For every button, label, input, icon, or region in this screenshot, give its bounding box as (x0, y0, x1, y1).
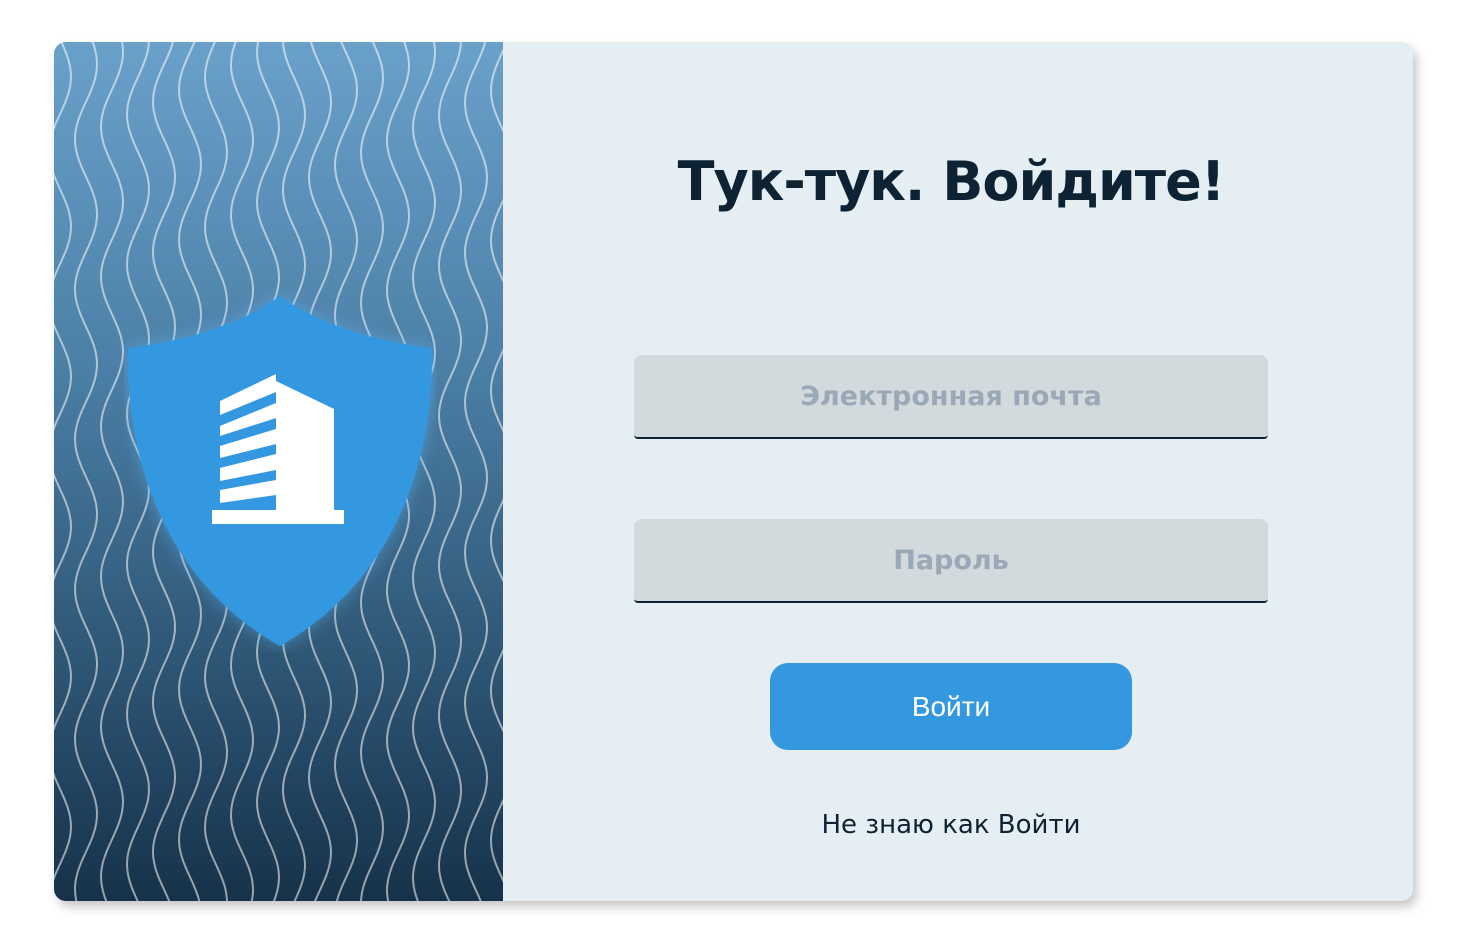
login-card: Тук-тук. Войдите! Войти Не знаю как Войт… (54, 42, 1413, 901)
login-button[interactable]: Войти (770, 663, 1132, 750)
wave-line (73, 42, 99, 901)
wave-line (99, 42, 125, 901)
help-link[interactable]: Не знаю как Войти (503, 810, 1399, 840)
login-form-panel: Тук-тук. Войдите! Войти Не знаю как Войт… (503, 42, 1413, 901)
page-title: Тук-тук. Войдите! (677, 150, 1226, 213)
shield-building-icon (127, 296, 433, 646)
wave-line (54, 42, 73, 881)
email-field[interactable] (634, 355, 1268, 439)
wave-line (489, 48, 503, 883)
illustration-panel (54, 42, 503, 901)
password-field[interactable] (634, 519, 1268, 603)
wave-line (437, 42, 463, 901)
wave-line (463, 42, 489, 901)
